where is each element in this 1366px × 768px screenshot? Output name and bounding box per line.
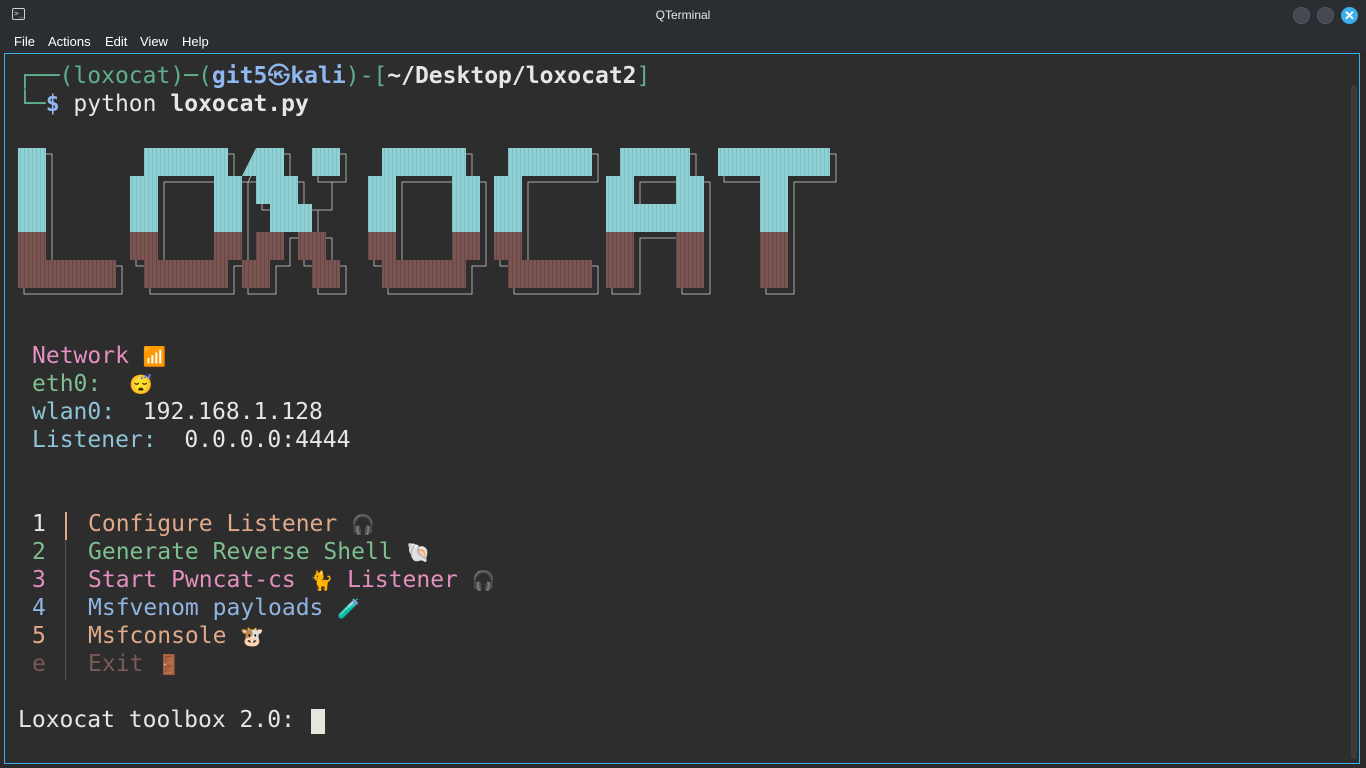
headphones-icon: 🎧 [471, 570, 496, 592]
test-tube-icon: 🧪 [337, 598, 361, 620]
toolbox-prompt: Loxocat toolbox 2.0: [18, 707, 295, 733]
sleeping-face-icon: 😴 [128, 374, 153, 396]
menu-option-4: 4 [32, 595, 46, 621]
door-icon: 🚪 [157, 654, 181, 676]
menu-option-2: 2 [32, 539, 46, 565]
menu-option-exit-label: Exit 🚪 [88, 651, 181, 677]
menu-option-2-label: Generate Reverse Shell 🐚 [88, 539, 431, 565]
network-heading: Network 📶 [32, 343, 167, 369]
wlan0-label: wlan0: [32, 399, 116, 425]
menu-option-1: 1 [32, 511, 46, 537]
eth0-label: eth0: [32, 371, 102, 397]
menu-divider [65, 540, 66, 680]
menu-option-5: 5 [32, 623, 46, 649]
headphones-icon: 🎧 [351, 514, 375, 536]
menu-option-5-label: Msfconsole 🐮 [88, 623, 265, 649]
wlan0-ip: 192.168.1.128 [142, 399, 323, 425]
eth0-row: eth0: 😴 [32, 370, 153, 399]
signal-icon: 📶 [142, 346, 167, 368]
menu-option-4-label: Msfvenom payloads 🧪 [88, 595, 361, 621]
listener-row: Listener: 0.0.0.0:4444 [32, 426, 351, 454]
menu-option-3: 3 [32, 567, 46, 593]
menu-divider-active [65, 512, 67, 540]
menu-option-exit: e [32, 651, 46, 677]
text-cursor[interactable] [311, 709, 325, 734]
listener-label: Listener: [32, 427, 157, 453]
listener-address: 0.0.0.0:4444 [184, 427, 351, 453]
cat-icon: 🐈 [309, 570, 334, 592]
menu-option-3-label: Start Pwncat-cs 🐈 Listener 🎧 [88, 567, 496, 593]
cow-icon: 🐮 [240, 626, 265, 648]
wlan0-row: wlan0: 192.168.1.128 [32, 398, 323, 426]
menu-option-1-label: Configure Listener 🎧 [88, 511, 375, 537]
shell-icon: 🐚 [406, 542, 431, 564]
loxocat-banner [18, 148, 837, 295]
